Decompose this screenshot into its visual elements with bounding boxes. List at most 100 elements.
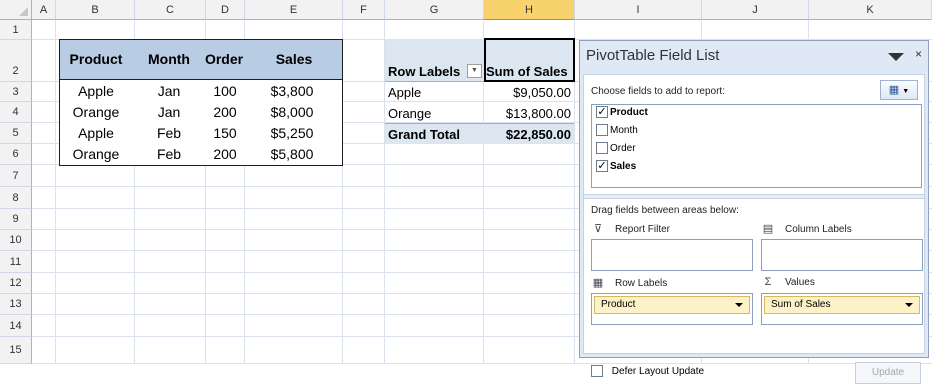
row-header-14[interactable]: 14: [0, 315, 32, 337]
pivot-row-label[interactable]: Apple: [388, 85, 421, 100]
chevron-down-icon: ▼: [902, 88, 910, 95]
column-header-h[interactable]: H: [484, 0, 575, 20]
column-header-e[interactable]: E: [245, 0, 343, 20]
field-label: Sales: [610, 161, 637, 172]
field-item-order[interactable]: Order: [596, 142, 636, 156]
pivot-row-labels-header[interactable]: Row Labels: [388, 64, 460, 79]
row-header-6[interactable]: 6: [0, 144, 32, 165]
row-labels-text: Row Labels: [615, 278, 668, 289]
cell-product[interactable]: Orange: [66, 146, 126, 162]
column-header-g[interactable]: G: [385, 0, 484, 20]
column-header-j[interactable]: J: [702, 0, 809, 20]
source-table-header-row: Product Month Order Sales: [60, 40, 342, 80]
header-month[interactable]: Month: [144, 51, 194, 67]
column-header-a[interactable]: A: [32, 0, 56, 20]
select-all-corner[interactable]: [0, 0, 32, 20]
values-drop-area[interactable]: Sum of Sales: [761, 293, 923, 325]
row-header-4[interactable]: 4: [0, 102, 32, 123]
defer-layout-update-row[interactable]: Defer Layout Update: [591, 365, 704, 377]
checkbox-product[interactable]: ✓: [596, 106, 608, 119]
field-item-month[interactable]: Month: [596, 124, 638, 138]
column-header-d[interactable]: D: [206, 0, 245, 20]
row-header-2[interactable]: 2: [0, 40, 32, 82]
pivottable-field-list-pane[interactable]: PivotTable Field List × Choose fields to…: [579, 40, 929, 384]
column-labels-icon: ▤: [762, 223, 774, 235]
header-order[interactable]: Order: [201, 51, 247, 67]
row-header-8[interactable]: 8: [0, 187, 32, 209]
cell-order[interactable]: 200: [202, 146, 248, 162]
filter-icon: ⊽: [593, 223, 603, 235]
cell-sales[interactable]: $5,800: [260, 146, 324, 162]
values-text: Values: [785, 277, 815, 288]
field-item-product[interactable]: ✓ Product: [596, 106, 648, 120]
row-labels-filter-dropdown[interactable]: ▼: [467, 64, 482, 78]
pivot-row-label[interactable]: Orange: [388, 106, 431, 121]
field-list-layout-button[interactable]: ▦ ▼: [880, 80, 918, 100]
row-labels-drop-area[interactable]: Product: [591, 293, 753, 325]
pane-title: PivotTable Field List: [586, 47, 720, 64]
row-header-15[interactable]: 15: [0, 337, 32, 364]
drag-fields-label: Drag fields between areas below:: [591, 205, 739, 216]
column-header-k[interactable]: K: [809, 0, 932, 20]
update-button[interactable]: Update: [855, 362, 921, 384]
row-header-10[interactable]: 10: [0, 230, 32, 251]
row-header-3[interactable]: 3: [0, 82, 32, 102]
column-header-c[interactable]: C: [135, 0, 206, 20]
row-labels-field-chip[interactable]: Product: [594, 296, 750, 314]
row-header-12[interactable]: 12: [0, 273, 32, 294]
active-cell-outline: [484, 38, 575, 82]
cell-product[interactable]: Orange: [66, 104, 126, 120]
chevron-down-icon[interactable]: [735, 303, 743, 307]
checkbox-sales[interactable]: ✓: [596, 160, 608, 173]
cell-month[interactable]: Feb: [144, 146, 194, 162]
chevron-down-icon[interactable]: [905, 303, 913, 307]
defer-layout-update-checkbox[interactable]: [591, 365, 603, 377]
row-header-7[interactable]: 7: [0, 165, 32, 187]
cell-order[interactable]: 200: [202, 104, 248, 120]
row-header-11[interactable]: 11: [0, 251, 32, 273]
cell-order[interactable]: 100: [202, 83, 248, 99]
column-header-i[interactable]: I: [575, 0, 702, 20]
row-header-5[interactable]: 5: [0, 123, 32, 144]
pivot-grand-total-label[interactable]: Grand Total: [388, 127, 460, 142]
defer-layout-update-label: Defer Layout Update: [611, 365, 705, 377]
cell-sales[interactable]: $5,250: [260, 125, 324, 141]
cell-product[interactable]: Apple: [66, 83, 126, 99]
pivot-row-value[interactable]: $9,050.00: [484, 85, 571, 100]
column-header-f[interactable]: F: [343, 0, 385, 20]
close-icon[interactable]: ×: [915, 47, 922, 61]
header-sales[interactable]: Sales: [266, 51, 322, 67]
field-item-sales[interactable]: ✓ Sales: [596, 160, 636, 174]
field-label: Month: [610, 125, 638, 136]
source-data-table[interactable]: Product Month Order Sales Apple Jan 100 …: [59, 39, 343, 166]
chip-label: Sum of Sales: [771, 299, 831, 310]
cell-month[interactable]: Jan: [144, 104, 194, 120]
cell-product[interactable]: Apple: [66, 125, 126, 141]
cell-month[interactable]: Feb: [144, 125, 194, 141]
sigma-icon: Σ: [764, 276, 772, 288]
checkbox-month[interactable]: [596, 124, 608, 137]
pivot-row-value[interactable]: $13,800.00: [484, 106, 571, 121]
row-header-1[interactable]: 1: [0, 20, 32, 40]
pane-splitter[interactable]: [584, 194, 924, 199]
row-header-13[interactable]: 13: [0, 294, 32, 315]
cell-sales[interactable]: $8,000: [260, 104, 324, 120]
cell-sales[interactable]: $3,800: [260, 83, 324, 99]
field-label: Product: [610, 107, 648, 118]
column-header-b[interactable]: B: [56, 0, 135, 20]
pane-body: Choose fields to add to report: ▦ ▼ ✓ Pro…: [583, 74, 925, 384]
checkbox-order[interactable]: [596, 142, 608, 155]
report-filter-drop-area[interactable]: [591, 239, 753, 271]
field-list-box[interactable]: ✓ Product Month Order ✓ Sales: [591, 104, 922, 188]
cell-order[interactable]: 150: [202, 125, 248, 141]
row-header-9[interactable]: 9: [0, 209, 32, 230]
grid-column-line: [55, 20, 56, 364]
pane-options-dropdown-icon[interactable]: [888, 53, 904, 61]
pivot-grand-total-value[interactable]: $22,850.00: [484, 127, 571, 142]
values-field-chip[interactable]: Sum of Sales: [764, 296, 920, 314]
column-labels-drop-area[interactable]: [761, 239, 923, 271]
chip-label: Product: [601, 299, 636, 310]
cell-month[interactable]: Jan: [144, 83, 194, 99]
values-area-label: Σ Values: [761, 276, 815, 288]
header-product[interactable]: Product: [68, 51, 124, 67]
